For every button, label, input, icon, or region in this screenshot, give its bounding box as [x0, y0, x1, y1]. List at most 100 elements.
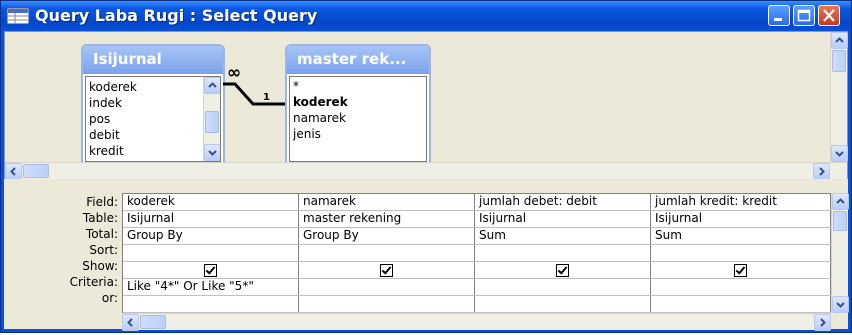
grid-row-label: or: [101, 291, 118, 305]
grid-cell-table[interactable]: Isijurnal [123, 211, 299, 227]
grid-cell-criteria[interactable] [475, 279, 651, 295]
diagram-vertical-scrollbar[interactable] [830, 32, 848, 162]
scroll-left-button[interactable] [122, 314, 139, 331]
grid-cell-or[interactable] [651, 296, 831, 312]
grid-cell-total[interactable]: Group By [123, 228, 299, 244]
grid-cell-sort[interactable] [475, 245, 651, 261]
close-icon [823, 9, 835, 22]
grid-cell-criteria[interactable] [299, 279, 475, 295]
grid-row-label: Total: [85, 227, 118, 241]
table-field[interactable]: koderek [86, 79, 198, 95]
grid-row-table: Isijurnal master rekening Isijurnal Isijurn… [123, 211, 832, 228]
table-isijurnal[interactable]: Isijurnal koderek indek pos debit kredit [81, 44, 225, 166]
show-checkbox[interactable] [556, 264, 569, 277]
grid-cell-table[interactable]: Isijurnal [475, 211, 651, 227]
table-field[interactable]: indek [86, 95, 198, 111]
scroll-up-button[interactable] [204, 77, 220, 94]
grid-row-label: Sort: [89, 243, 118, 257]
query-window: Query Laba Rugi : Select Query Isijurnal… [0, 0, 852, 333]
grid-cell-sort[interactable] [123, 245, 299, 261]
design-grid[interactable]: koderek namarek jumlah debet: debit jumlah … [122, 193, 832, 313]
field-list-scrollbar[interactable] [203, 77, 220, 161]
chevron-right-icon [820, 318, 826, 327]
table-field[interactable]: kredit [86, 143, 198, 159]
query-icon [7, 8, 29, 24]
show-checkbox[interactable] [734, 264, 747, 277]
show-checkbox-cell[interactable] [651, 262, 831, 278]
field-list[interactable]: koderek indek pos debit kredit [85, 76, 221, 162]
show-checkbox[interactable] [204, 264, 217, 277]
chevron-down-icon [208, 150, 217, 156]
table-title[interactable]: Isijurnal [83, 46, 223, 74]
scroll-thumb[interactable] [205, 111, 219, 133]
show-checkbox[interactable] [380, 264, 393, 277]
minimize-icon [774, 18, 782, 21]
one-symbol: 1 [263, 92, 270, 103]
scroll-down-button[interactable] [832, 296, 849, 313]
show-checkbox-cell[interactable] [299, 262, 475, 278]
close-button[interactable] [818, 5, 840, 26]
scroll-thumb[interactable] [140, 315, 166, 329]
grid-cell-criteria[interactable]: Like "4*" Or Like "5*" [123, 279, 299, 295]
scroll-up-button[interactable] [831, 32, 848, 49]
grid-row-show [123, 262, 832, 279]
scroll-thumb[interactable] [23, 164, 49, 178]
maximize-button[interactable] [793, 5, 815, 26]
scroll-right-button[interactable] [813, 163, 830, 180]
scroll-thumb[interactable] [832, 50, 846, 72]
grid-row-labels: Field: Table: Total: Sort: Show: Criteria: or: [4, 194, 122, 306]
grid-cell-criteria[interactable] [651, 279, 831, 295]
query-client-area: Isijurnal koderekindekposdebitkredit [4, 31, 849, 331]
grid-vertical-scrollbar[interactable] [831, 193, 849, 313]
grid-cell-field[interactable]: jumlah debet: debit [475, 194, 651, 210]
title-bar[interactable]: Query Laba Rugi : Select Query [1, 1, 851, 31]
table-field[interactable]: koderek [290, 94, 424, 110]
table-field[interactable]: namarek [290, 110, 424, 126]
grid-row-label: Table: [82, 211, 118, 225]
chevron-down-icon [836, 302, 845, 308]
table-field[interactable]: debit [86, 127, 198, 143]
diagram-horizontal-scrollbar[interactable] [5, 162, 847, 180]
show-checkbox-cell[interactable] [475, 262, 651, 278]
table-field[interactable]: pos [86, 111, 198, 127]
grid-cell-sort[interactable] [299, 245, 475, 261]
grid-cell-field[interactable]: koderek [123, 194, 299, 210]
many-symbol: ∞ [227, 63, 241, 83]
scroll-right-button[interactable] [814, 314, 831, 331]
scroll-down-button[interactable] [204, 144, 220, 161]
table-field[interactable]: jenis [290, 126, 424, 142]
grid-row-criteria: Like "4*" Or Like "5*" [123, 279, 832, 296]
grid-row-or [123, 296, 832, 313]
grid-cell-field[interactable]: namarek [299, 194, 475, 210]
relationship-line[interactable]: ∞ 1 [223, 62, 287, 112]
field-list[interactable]: * koderek namarek jenis [289, 76, 427, 162]
grid-cell-sort[interactable] [651, 245, 831, 261]
grid-cell-or[interactable] [299, 296, 475, 312]
scroll-up-button[interactable] [832, 193, 849, 210]
chevron-up-icon [836, 198, 845, 204]
design-grid-pane: Field: Table: Total: Sort: Show: Criteria: or:… [4, 186, 849, 331]
table-diagram-pane[interactable]: Isijurnal koderekindekposdebitkredit [4, 31, 848, 180]
grid-cell-or[interactable] [475, 296, 651, 312]
table-title[interactable]: master rek... [287, 46, 429, 74]
grid-horizontal-scrollbar[interactable] [122, 313, 831, 331]
grid-cell-total[interactable]: Sum [475, 228, 651, 244]
grid-cell-table[interactable]: master rekening [299, 211, 475, 227]
table-master-rekening[interactable]: master rek... * koderek namarek jenis [285, 44, 431, 166]
minimize-button[interactable] [768, 5, 790, 26]
scroll-down-button[interactable] [831, 145, 848, 162]
grid-row-sort [123, 245, 832, 262]
grid-cell-total[interactable]: Sum [651, 228, 831, 244]
scroll-thumb[interactable] [833, 211, 847, 231]
grid-row-label: Show: [82, 259, 118, 273]
grid-row-field: koderek namarek jumlah debet: debit jumlah … [123, 194, 832, 211]
grid-cell-total[interactable]: Group By [299, 228, 475, 244]
show-checkbox-cell[interactable] [123, 262, 299, 278]
scroll-left-button[interactable] [5, 163, 22, 180]
grid-row-total: Group By Group By Sum Sum [123, 228, 832, 245]
chevron-left-icon [10, 167, 16, 176]
table-field[interactable]: * [290, 78, 424, 94]
grid-cell-table[interactable]: Isijurnal [651, 211, 831, 227]
grid-cell-or[interactable] [123, 296, 299, 312]
grid-cell-field[interactable]: jumlah kredit: kredit [651, 194, 831, 210]
